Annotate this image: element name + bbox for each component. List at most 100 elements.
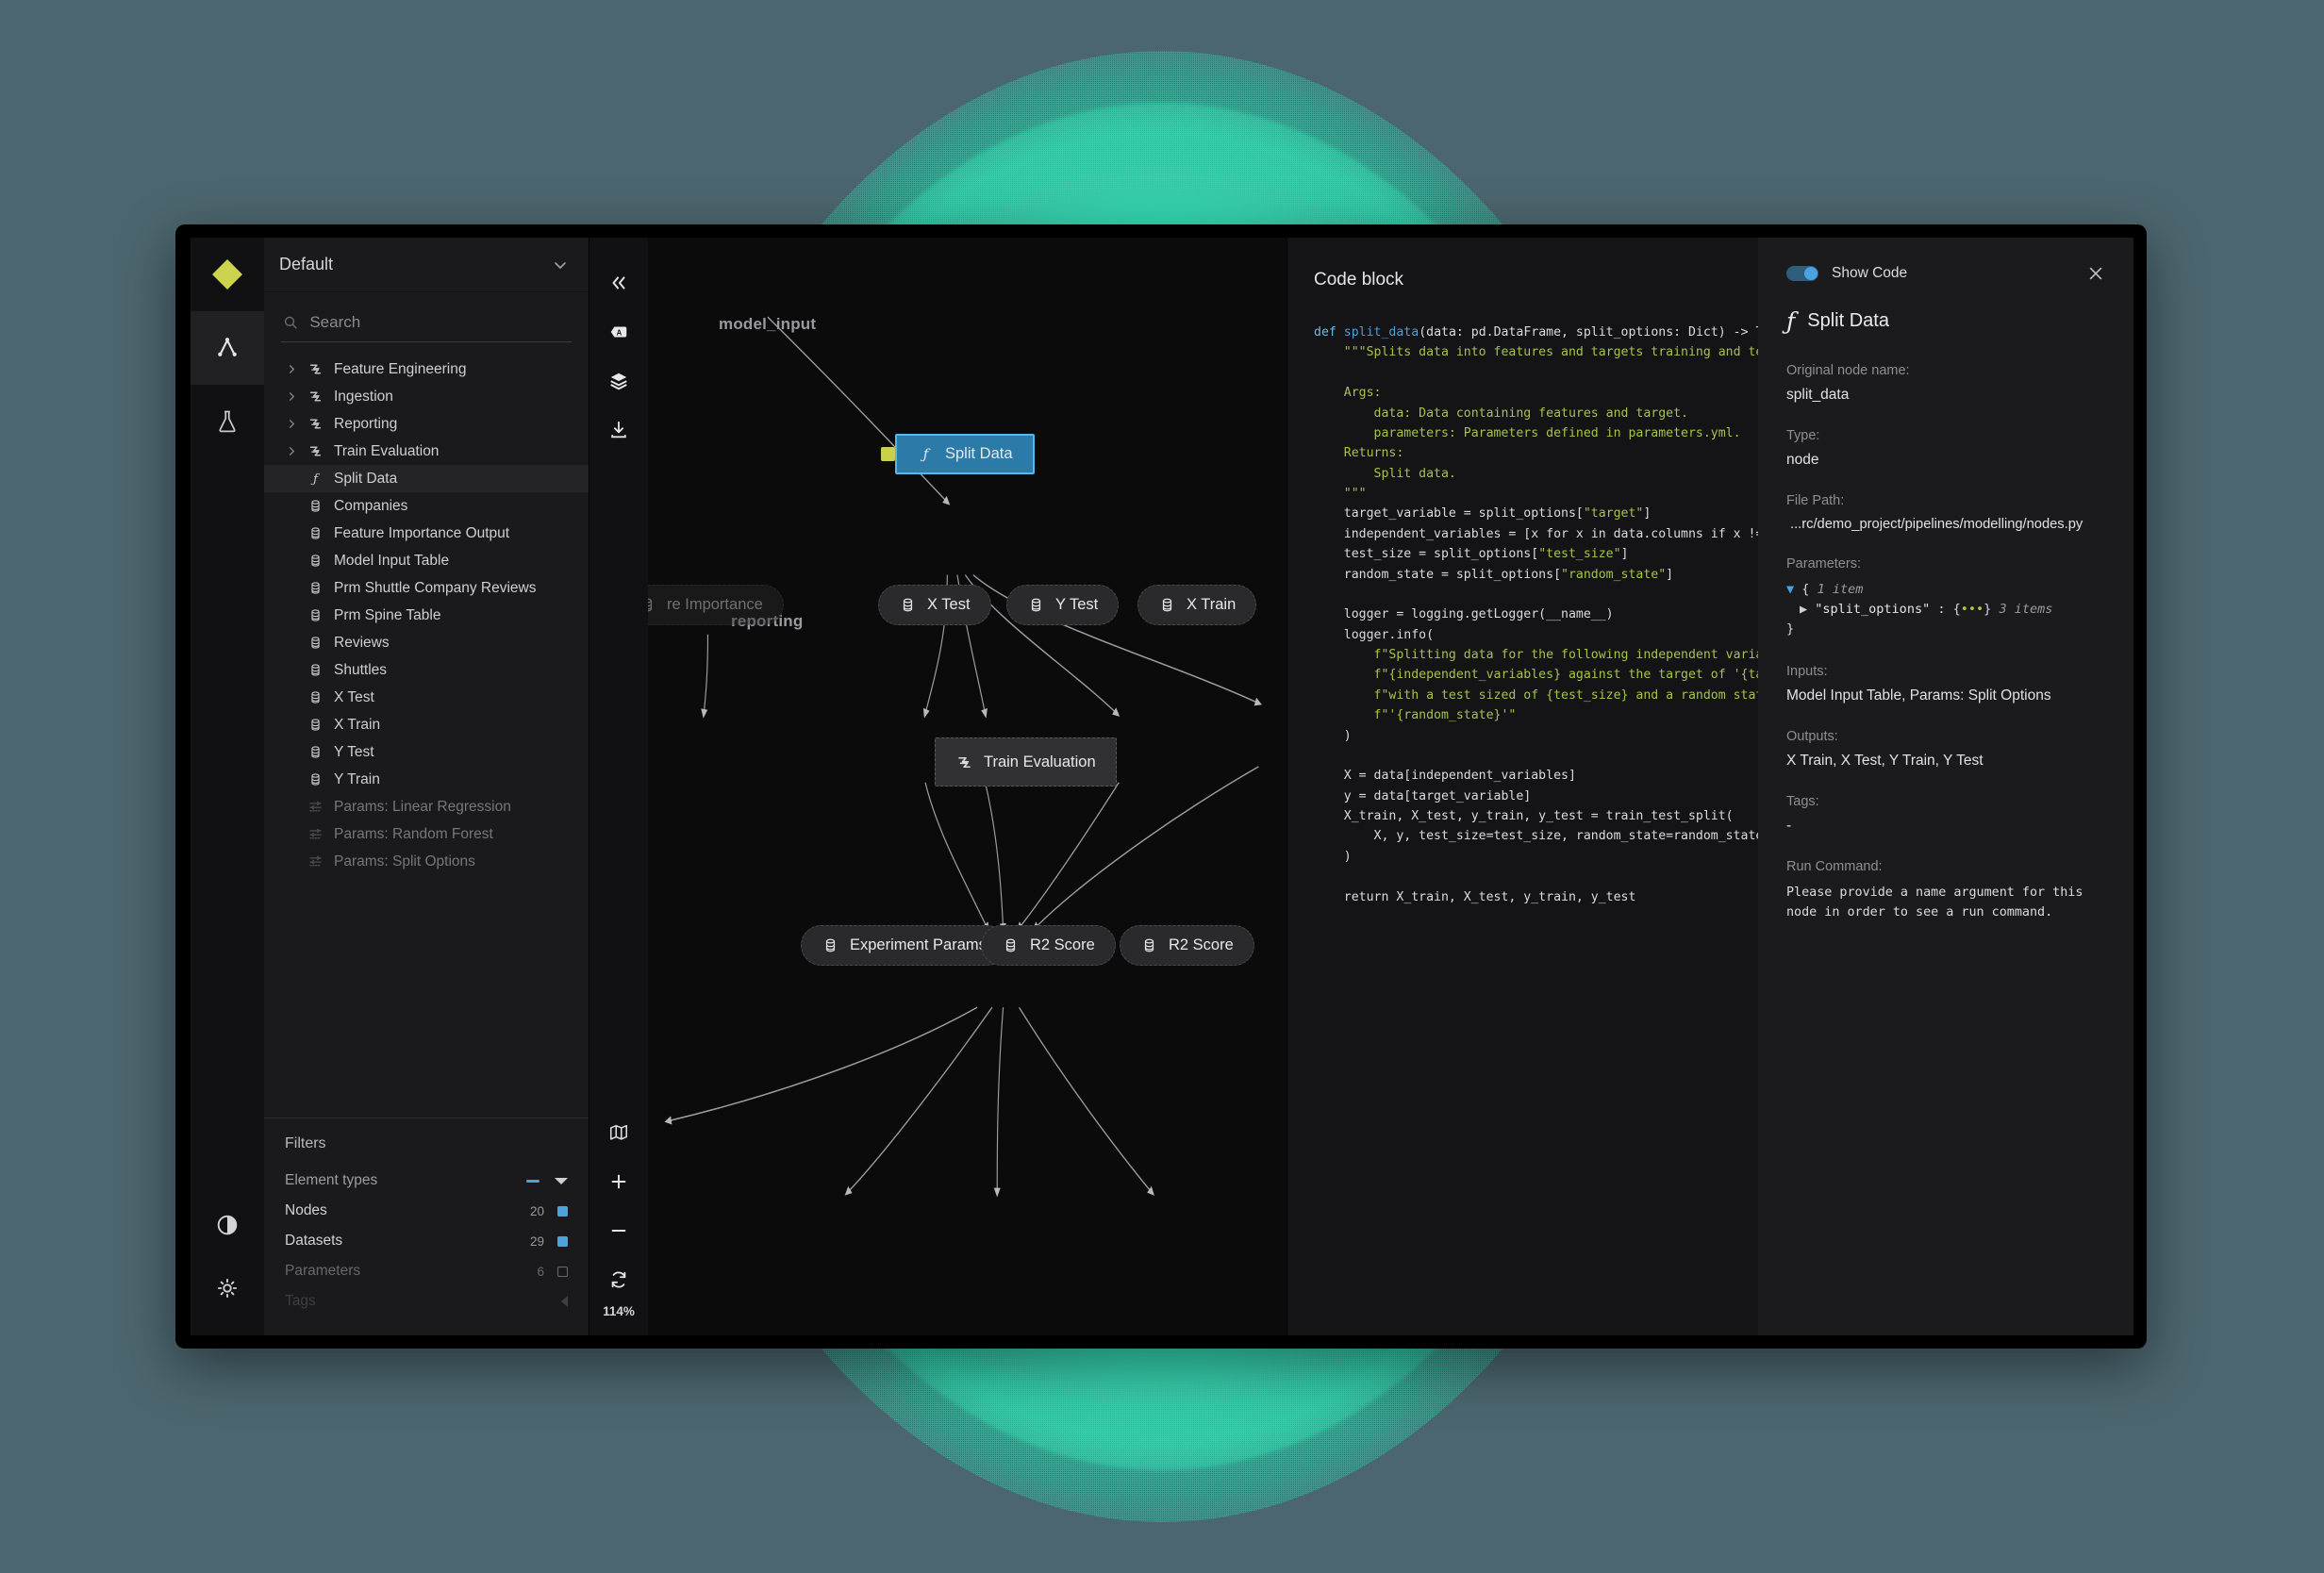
tree-item-y-train[interactable]: Y Train (264, 766, 589, 793)
tree-item-label: Shuttles (334, 661, 388, 678)
chevron-right-icon[interactable] (287, 364, 297, 374)
dataset-icon (311, 527, 320, 539)
filter-group-element-types[interactable]: Element types (285, 1166, 568, 1196)
flowchart-edges (664, 316, 1262, 1198)
tree-item-params-split-options[interactable]: Params: Split Options (264, 848, 589, 875)
json-entry-count: 3 items (1999, 601, 2053, 617)
sidebar: Default Feature Engineering Ingestion Repo… (264, 238, 589, 1335)
filter-row-parameters[interactable]: Parameters 6 (285, 1256, 568, 1286)
filter-checkbox[interactable] (557, 1205, 568, 1217)
tree-item-reporting[interactable]: Reporting (264, 410, 589, 438)
filter-label: Nodes (285, 1202, 327, 1218)
filter-checkbox[interactable] (557, 1266, 568, 1277)
parameters-icon (309, 855, 322, 867)
tree-item-label: Reviews (334, 634, 390, 651)
chevron-right-icon[interactable] (287, 419, 297, 429)
filter-checkbox[interactable] (557, 1235, 568, 1247)
tree-item-feature-importance-output[interactable]: Feature Importance Output (264, 520, 589, 547)
flowchart-node[interactable]: X Train (1137, 585, 1257, 625)
zoom-in-icon (611, 1174, 626, 1189)
caret-right-icon[interactable]: ▶ (1800, 602, 1807, 617)
tree-item-shuttles[interactable]: Shuttles (264, 656, 589, 684)
parameters-json-viewer[interactable]: ▼ { 1 item ▶ "split_options" : {•••} 3 i… (1786, 580, 2105, 639)
chevron-down-icon (555, 261, 566, 269)
flowchart-node[interactable]: ƒ Split Data (895, 434, 1035, 474)
dataset-icon (311, 719, 320, 731)
dataset-icon (311, 746, 320, 758)
reset-zoom-icon (611, 1271, 626, 1288)
flowchart-node[interactable]: Y Test (1006, 585, 1120, 625)
flowchart-node[interactable]: R2 Score (1120, 925, 1254, 966)
tree-item-model-input-table[interactable]: Model Input Table (264, 547, 589, 574)
filter-group-tags[interactable]: Tags (285, 1286, 568, 1316)
reset-zoom-button[interactable] (598, 1255, 639, 1304)
tree-item-split-data[interactable]: ƒ Split Data (264, 465, 589, 492)
tree-item-train-evaluation[interactable]: Train Evaluation (264, 438, 589, 465)
tree-item-companies[interactable]: Companies (264, 492, 589, 520)
parameters-indicator-chip[interactable] (881, 447, 895, 461)
search-input[interactable] (309, 313, 570, 332)
chevron-down-icon[interactable] (555, 1177, 568, 1184)
metadata-field-value: ...rc/demo_project/pipelines/modelling/n… (1790, 517, 2083, 532)
close-icon[interactable] (2086, 264, 2105, 283)
flowchart-node[interactable]: X Test (878, 585, 991, 625)
tree-item-x-test[interactable]: X Test (264, 684, 589, 711)
theme-toggle-button[interactable] (191, 1188, 264, 1262)
theme-toggle-icon (217, 1215, 238, 1235)
sidebar-item-flowchart[interactable] (191, 311, 264, 385)
filter-row-nodes[interactable]: Nodes 20 (285, 1196, 568, 1226)
search-box[interactable] (281, 309, 572, 342)
node-function-icon: ƒ (310, 472, 320, 487)
filter-row-datasets[interactable]: Datasets 29 (285, 1226, 568, 1256)
pipeline-icon (309, 364, 322, 374)
tree-item-x-train[interactable]: X Train (264, 711, 589, 738)
zoom-out-button[interactable] (598, 1206, 639, 1255)
parameters-label: Parameters: (1786, 556, 1861, 571)
zoom-in-button[interactable] (598, 1157, 639, 1206)
toggle-minimap-button[interactable] (598, 1108, 639, 1157)
flowchart-node-label: re Importance (667, 596, 763, 613)
kedro-viz-app: Default Feature Engineering Ingestion Repo… (191, 238, 2133, 1335)
metadata-field-label: Original node name: (1786, 363, 1910, 378)
tree-item-reviews[interactable]: Reviews (264, 629, 589, 656)
tree-item-y-test[interactable]: Y Test (264, 738, 589, 766)
tree-item-label: Prm Spine Table (334, 606, 441, 623)
dataset-icon (648, 598, 653, 612)
flowchart-node[interactable]: Train Evaluation (935, 737, 1117, 786)
flowchart-node[interactable]: re Importance (648, 585, 784, 625)
tree-item-feature-engineering[interactable]: Feature Engineering (264, 356, 589, 383)
tree-item-label: Split Data (334, 470, 398, 487)
chevron-left-icon[interactable] (561, 1296, 568, 1307)
tree-item-prm-shuttle-company-reviews[interactable]: Prm Shuttle Company Reviews (264, 574, 589, 602)
flowchart-node[interactable]: Experiment Params (801, 925, 1007, 966)
tree-item-ingestion[interactable]: Ingestion (264, 383, 589, 410)
json-entry-value: {•••} (1952, 601, 1992, 617)
dataset-icon (1162, 598, 1172, 612)
chevron-right-icon[interactable] (287, 391, 297, 402)
dataset-icon (825, 938, 836, 952)
metadata-panel: Show Code ƒ Split Data Original node nam… (1758, 238, 2133, 1335)
tree-item-params-linear-regression[interactable]: Params: Linear Regression (264, 793, 589, 820)
sidebar-item-experiment-tracking[interactable] (191, 385, 264, 458)
tree-item-label: Companies (334, 497, 408, 514)
flowchart-canvas[interactable]: model_input reporting ƒ Split Data re Impor… (648, 238, 1286, 1335)
tree-item-params-random-forest[interactable]: Params: Random Forest (264, 820, 589, 848)
code-block[interactable]: def split_data(data: pd.DataFrame, split… (1314, 323, 1758, 907)
toggle-layers-button[interactable] (598, 356, 639, 406)
show-code-toggle[interactable] (1786, 266, 1818, 281)
zoom-out-icon (611, 1230, 626, 1232)
collapse-sidebar-button[interactable] (598, 258, 639, 307)
export-graph-button[interactable] (598, 406, 639, 455)
chevron-right-icon[interactable] (287, 446, 297, 456)
flowchart-node[interactable]: R2 Score (981, 925, 1116, 966)
dataset-icon (1005, 938, 1016, 952)
caret-down-icon[interactable]: ▼ (1786, 582, 1794, 597)
kedro-diamond-logo[interactable] (191, 238, 264, 311)
tree-item-label: Reporting (334, 415, 398, 432)
tree-item-label: Params: Split Options (334, 853, 475, 869)
tree-item-prm-spine-table[interactable]: Prm Spine Table (264, 602, 589, 629)
settings-button[interactable] (191, 1262, 264, 1335)
pipeline-selector[interactable]: Default (264, 238, 589, 292)
filter-label: Datasets (285, 1233, 343, 1249)
toggle-labels-button[interactable]: A (598, 307, 639, 356)
